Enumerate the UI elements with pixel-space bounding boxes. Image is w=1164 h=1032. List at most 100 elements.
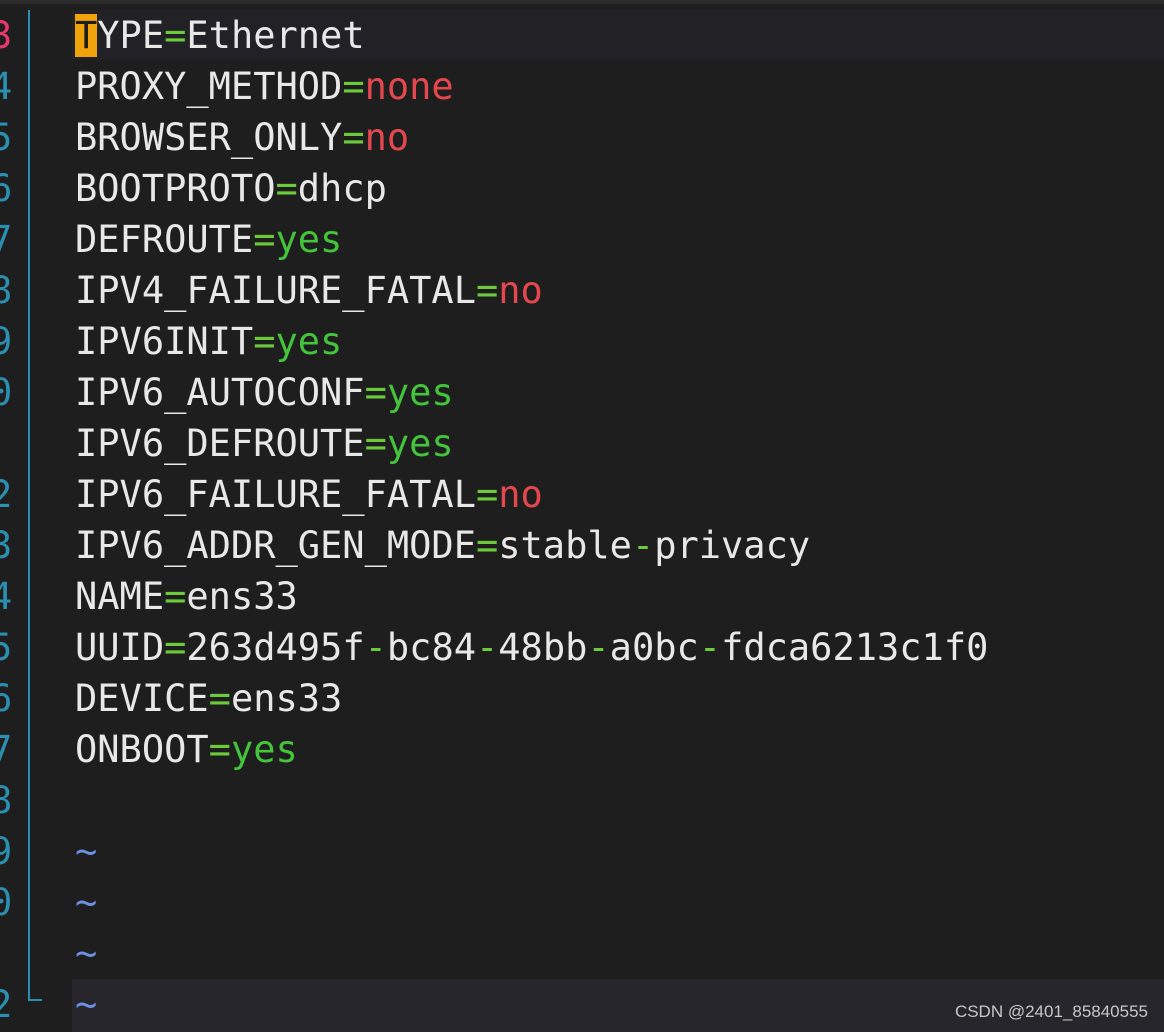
config-line[interactable]: IPV6_FAILURE_FATAL=no xyxy=(75,469,1164,520)
config-value: yes xyxy=(386,422,454,465)
gutter-separator-tick xyxy=(28,999,42,1001)
config-key: BOOTPROTO xyxy=(75,167,276,210)
line-number xyxy=(0,418,8,469)
line-number: 8 xyxy=(0,779,13,822)
equals-sign: = xyxy=(475,473,499,516)
watermark: CSDN @2401_85840555 xyxy=(954,1002,1148,1021)
config-value: ens33 xyxy=(230,677,343,720)
config-key: NAME xyxy=(75,575,165,618)
equals-sign: = xyxy=(364,371,387,414)
config-value: a0bc xyxy=(609,626,699,669)
config-value: 48bb xyxy=(498,626,588,669)
config-value: bc84 xyxy=(386,626,476,669)
config-value: ens33 xyxy=(186,575,298,618)
equals-sign: = xyxy=(208,728,231,771)
config-line[interactable]: BOOTPROTO=dhcp xyxy=(75,163,1164,214)
line-number: 5 xyxy=(0,626,13,669)
config-line[interactable]: DEFROUTE=yes xyxy=(75,214,1164,265)
config-value: yes xyxy=(275,218,343,261)
equals-sign: = xyxy=(342,116,365,159)
config-value: none xyxy=(364,65,454,108)
line-number: 2 xyxy=(0,473,13,516)
value-dash: - xyxy=(698,626,722,669)
line-number: 0 xyxy=(0,371,13,414)
equals-sign: = xyxy=(164,575,187,618)
line-number: 2 xyxy=(0,983,13,1026)
equals-sign: = xyxy=(253,320,276,363)
equals-sign: = xyxy=(164,626,187,669)
line-number: 4 xyxy=(0,575,13,618)
config-line[interactable]: IPV6INIT=yes xyxy=(75,316,1164,367)
config-line[interactable]: BROWSER_ONLY=no xyxy=(75,112,1164,163)
config-line[interactable] xyxy=(75,775,1164,826)
line-number: 6 xyxy=(0,677,13,720)
line-number: 9 xyxy=(0,830,13,873)
config-value: no xyxy=(498,269,543,312)
line-number: 5 xyxy=(0,116,13,159)
equals-sign: = xyxy=(164,14,187,57)
config-key: IPV6_DEFROUTE xyxy=(75,422,365,465)
config-value: yes xyxy=(230,728,298,771)
equals-sign: = xyxy=(342,65,365,108)
config-line[interactable]: IPV6_ADDR_GEN_MODE=stable-privacy xyxy=(75,520,1164,571)
equals-sign: = xyxy=(475,524,499,567)
config-line[interactable]: IPV4_FAILURE_FATAL=no xyxy=(75,265,1164,316)
text-cursor: T xyxy=(75,14,98,57)
config-key: UUID xyxy=(75,626,165,669)
line-number: 4 xyxy=(0,65,13,108)
line-number: 3 xyxy=(0,524,13,567)
window-top-edge xyxy=(0,0,1164,4)
buffer-text[interactable]: TYPE=Ethernet PROXY_METHOD=none BROWSER_ON… xyxy=(75,10,1164,1030)
empty-buffer-line[interactable]: ~ xyxy=(75,928,1164,979)
config-key: IPV6_AUTOCONF xyxy=(75,371,365,414)
line-number: 8 xyxy=(0,269,13,312)
config-line[interactable]: IPV6_AUTOCONF=yes xyxy=(75,367,1164,418)
current-line-number: 3 xyxy=(0,14,13,57)
config-value: yes xyxy=(386,371,454,414)
config-value: 263d495f xyxy=(186,626,365,669)
config-line[interactable]: TYPE=Ethernet xyxy=(75,10,1164,61)
config-line[interactable]: DEVICE=ens33 xyxy=(75,673,1164,724)
equals-sign: = xyxy=(275,167,298,210)
config-key: IPV6_ADDR_GEN_MODE xyxy=(75,524,476,567)
line-number: 6 xyxy=(0,167,13,210)
line-number-gutter: 3 4 5 6 7 8 9 0 2 3 4 5 6 7 8 9 0 2 xyxy=(0,10,28,1032)
tilde-marker: ~ xyxy=(75,932,98,975)
gutter-separator xyxy=(28,10,30,1001)
tilde-marker: ~ xyxy=(75,983,98,1026)
config-key: DEVICE xyxy=(75,677,209,720)
config-key: ONBOOT xyxy=(75,728,209,771)
config-key: PROXY_METHOD xyxy=(75,65,343,108)
config-line[interactable]: PROXY_METHOD=none xyxy=(75,61,1164,112)
equals-sign: = xyxy=(364,422,387,465)
config-value: yes xyxy=(275,320,343,363)
line-number: 9 xyxy=(0,320,13,363)
config-line[interactable]: UUID=263d495f-bc84-48bb-a0bc-fdca6213c1f… xyxy=(75,622,1164,673)
tilde-marker: ~ xyxy=(75,830,98,873)
empty-buffer-line[interactable]: ~ xyxy=(75,877,1164,928)
config-value: no xyxy=(364,116,410,159)
config-value: stable xyxy=(498,524,632,567)
config-value: Ethernet xyxy=(186,14,365,57)
line-number: 7 xyxy=(0,728,13,771)
config-value: no xyxy=(498,473,543,516)
vim-editor[interactable]: 345678902345678902 TYPE=Ethernet PROXY_ME… xyxy=(0,0,1164,1032)
config-key: DEFROUTE xyxy=(75,218,254,261)
equals-sign: = xyxy=(475,269,499,312)
config-key: IPV6_FAILURE_FATAL xyxy=(75,473,476,516)
empty-buffer-line[interactable]: ~ xyxy=(75,826,1164,877)
config-line[interactable]: ONBOOT=yes xyxy=(75,724,1164,775)
config-key: YPE xyxy=(97,14,165,57)
config-key: IPV4_FAILURE_FATAL xyxy=(75,269,476,312)
line-number: 0 xyxy=(0,881,13,924)
config-value: fdca6213c1f0 xyxy=(721,626,989,669)
config-line[interactable]: IPV6_DEFROUTE=yes xyxy=(75,418,1164,469)
config-value: privacy xyxy=(654,524,811,567)
equals-sign: = xyxy=(208,677,231,720)
tilde-marker: ~ xyxy=(75,881,98,924)
config-line[interactable]: NAME=ens33 xyxy=(75,571,1164,622)
equals-sign: = xyxy=(253,218,276,261)
config-value: dhcp xyxy=(297,167,387,210)
value-dash: - xyxy=(364,626,387,669)
value-dash: - xyxy=(587,626,610,669)
